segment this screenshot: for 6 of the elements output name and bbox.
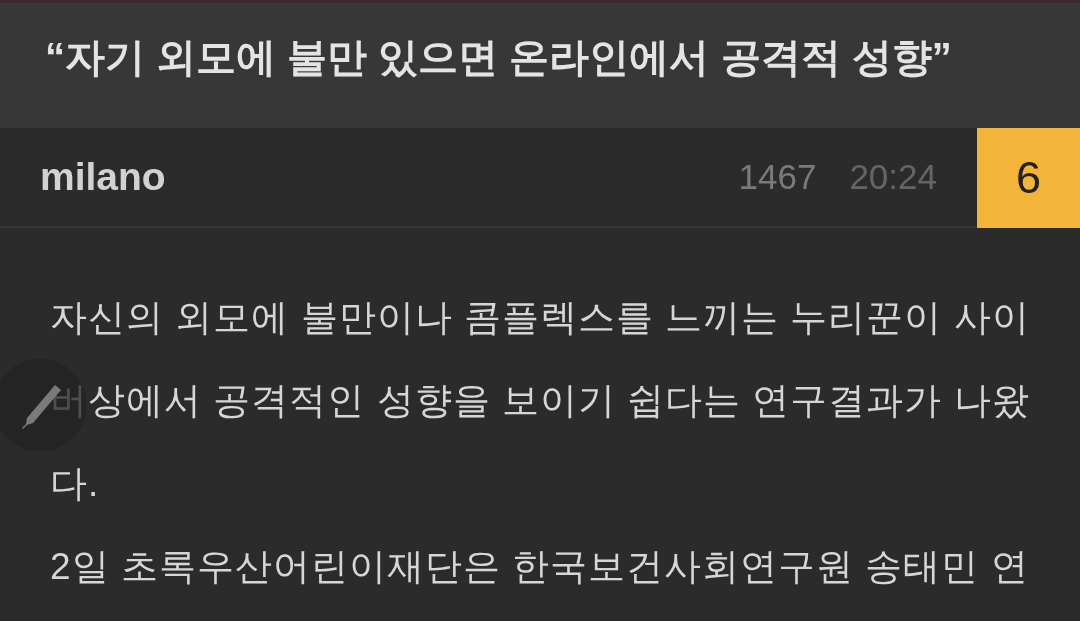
article-title: “자기 외모에 불만 있으면 온라인에서 공격적 성향”: [45, 34, 952, 81]
author-name: milano: [40, 155, 166, 199]
post-time: 20:24: [849, 157, 937, 197]
article-paragraph: 2일 초록우산어린이재단은 한국보건사회연구원 송태민 연: [50, 545, 1030, 589]
comment-count-badge[interactable]: 6: [977, 128, 1080, 228]
view-count: 1467: [738, 157, 817, 197]
